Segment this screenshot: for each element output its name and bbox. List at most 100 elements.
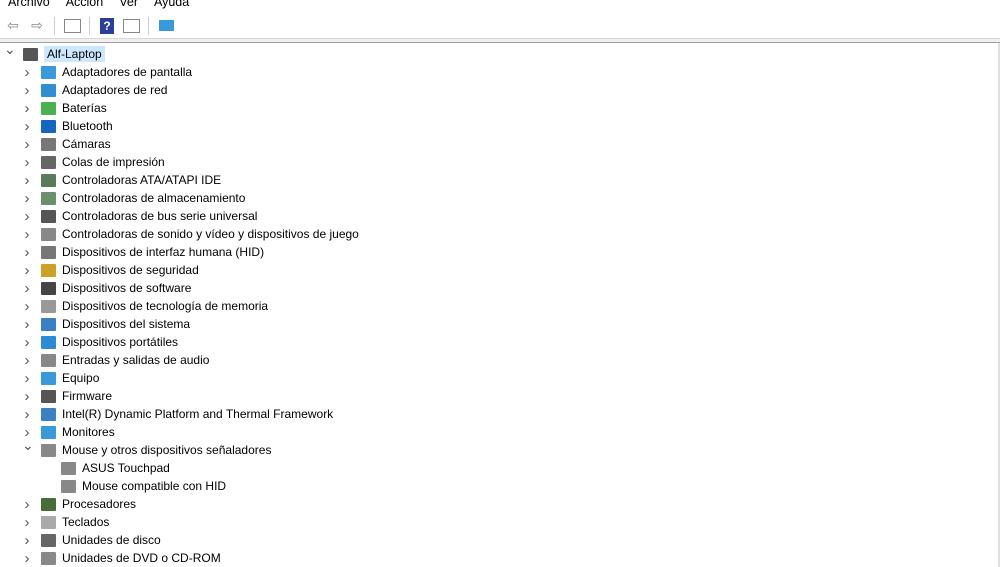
tree-category[interactable]: › Bluetooth [0, 117, 359, 135]
tree-item-label: Dispositivos portátiles [62, 335, 179, 349]
tree-category[interactable]: › Baterías [0, 99, 359, 117]
tree-item-label: Dispositivos de interfaz humana (HID) [62, 245, 265, 259]
tree-item-label: Entradas y salidas de audio [62, 353, 210, 367]
chevron-right-icon[interactable]: › [22, 550, 32, 567]
tree-category[interactable]: › Entradas y salidas de audio [0, 351, 359, 369]
tree-category[interactable]: › Intel(R) Dynamic Platform and Thermal F… [0, 405, 359, 423]
tree-item-label: Firmware [62, 389, 112, 403]
device-icon [41, 389, 56, 403]
chevron-down-icon[interactable]: ⌄ [22, 437, 34, 454]
menu-ver[interactable]: Ver [111, 0, 146, 12]
chevron-right-icon[interactable]: › [22, 82, 32, 99]
tree-item-label: Alf-Laptop [44, 46, 105, 62]
tree-category[interactable]: › Colas de impresión [0, 153, 359, 171]
menu-ayuda[interactable]: Ayuda [146, 0, 197, 12]
tree-category[interactable]: › Procesadores [0, 495, 359, 513]
chevron-right-icon[interactable]: › [22, 406, 32, 423]
device-icon [41, 551, 56, 565]
chevron-right-icon[interactable]: › [22, 532, 32, 549]
device-icon [41, 227, 56, 241]
device-icon [41, 101, 56, 115]
chevron-right-icon[interactable]: › [22, 172, 32, 189]
tree-category[interactable]: › Dispositivos portátiles [0, 333, 359, 351]
tree-category[interactable]: ⌄ Mouse y otros dispositivos señaladores [0, 437, 359, 459]
toolbar-separator [89, 16, 90, 35]
chevron-right-icon[interactable]: › [22, 370, 32, 387]
device-icon [61, 461, 76, 475]
tree-category[interactable]: › Unidades de DVD o CD-ROM [0, 549, 359, 567]
chevron-right-icon[interactable]: › [22, 118, 32, 135]
tree-category[interactable]: › Cámaras [0, 135, 359, 153]
device-icon [41, 443, 56, 457]
tree-item-label: Adaptadores de pantalla [62, 65, 193, 79]
tree-item-label: Bluetooth [62, 119, 113, 133]
chevron-right-icon[interactable]: › [22, 100, 32, 117]
tree-category[interactable]: › Dispositivos del sistema [0, 315, 359, 333]
chevron-right-icon[interactable]: › [22, 190, 32, 207]
tree-category[interactable]: › Dispositivos de software [0, 279, 359, 297]
chevron-right-icon[interactable]: › [22, 352, 32, 369]
tree-item-label: Cámaras [62, 137, 111, 151]
chevron-right-icon[interactable]: › [22, 298, 32, 315]
tree-category[interactable]: › Adaptadores de pantalla [0, 63, 359, 81]
tree-category[interactable]: › Dispositivos de interfaz humana (HID) [0, 243, 359, 261]
chevron-down-icon[interactable]: ⌄ [4, 41, 16, 58]
menu-archivo[interactable]: Archivo [0, 0, 58, 12]
tree-item-label: Procesadores [62, 497, 137, 511]
tree-root[interactable]: ⌄ Alf-Laptop [0, 41, 359, 63]
tree-category[interactable]: › Monitores [0, 423, 359, 441]
chevron-right-icon[interactable]: › [22, 514, 32, 531]
chevron-right-icon[interactable]: › [22, 388, 32, 405]
device-icon [41, 425, 56, 439]
chevron-right-icon[interactable]: › [22, 280, 32, 297]
tree-category[interactable]: › Controladoras de bus serie universal [0, 207, 359, 225]
tree-category[interactable]: › Equipo [0, 369, 359, 387]
toolbar-separator [54, 16, 55, 35]
device-icon [61, 479, 76, 493]
tree-category[interactable]: › Teclados [0, 513, 359, 531]
update-driver-icon[interactable] [121, 16, 141, 36]
tree-device[interactable]: ASUS Touchpad [0, 459, 359, 477]
menu-bar: Archivo Acción Ver Ayuda [0, 0, 1000, 12]
tree-category[interactable]: › Controladoras ATA/ATAPI IDE [0, 171, 359, 189]
properties-icon[interactable] [62, 16, 82, 36]
chevron-right-icon[interactable]: › [22, 316, 32, 333]
menu-accion[interactable]: Acción [58, 0, 112, 12]
device-icon [41, 281, 56, 295]
chevron-right-icon[interactable]: › [22, 244, 32, 261]
device-icon [23, 47, 38, 61]
tree-category[interactable]: › Controladoras de sonido y vídeo y dispo… [0, 225, 359, 243]
chevron-right-icon[interactable]: › [22, 262, 32, 279]
device-icon [41, 65, 56, 79]
scan-hardware-icon[interactable] [156, 16, 176, 36]
chevron-right-icon[interactable]: › [22, 154, 32, 171]
tree-item-label: Teclados [62, 515, 110, 529]
forward-arrow-icon[interactable]: ⇨ [27, 16, 47, 36]
tree-category[interactable]: › Dispositivos de tecnología de memoria [0, 297, 359, 315]
chevron-right-icon[interactable]: › [22, 136, 32, 153]
tree-item-label: Controladoras de sonido y vídeo y dispos… [62, 227, 359, 241]
chevron-right-icon[interactable]: › [22, 334, 32, 351]
tree-category[interactable]: › Dispositivos de seguridad [0, 261, 359, 279]
tree-device[interactable]: Mouse compatible con HID [0, 477, 359, 495]
tree-category[interactable]: › Firmware [0, 387, 359, 405]
device-icon [41, 209, 56, 223]
back-arrow-icon[interactable]: ⇦ [3, 16, 23, 36]
tree-item-label: Intel(R) Dynamic Platform and Thermal Fr… [62, 407, 334, 421]
chevron-right-icon[interactable]: › [22, 226, 32, 243]
device-icon [41, 137, 56, 151]
pane-border [0, 39, 1000, 43]
tree-category[interactable]: › Controladoras de almacenamiento [0, 189, 359, 207]
tree-category[interactable]: › Unidades de disco [0, 531, 359, 549]
device-icon [41, 533, 56, 547]
tree-item-label: Equipo [62, 371, 100, 385]
device-icon [41, 353, 56, 367]
tree-category[interactable]: › Adaptadores de red [0, 81, 359, 99]
chevron-right-icon[interactable]: › [22, 64, 32, 81]
device-icon [41, 263, 56, 277]
device-icon [41, 317, 56, 331]
chevron-right-icon[interactable]: › [22, 208, 32, 225]
help-icon[interactable]: ? [97, 16, 117, 36]
tree-item-label: Mouse compatible con HID [82, 479, 227, 493]
chevron-right-icon[interactable]: › [22, 496, 32, 513]
